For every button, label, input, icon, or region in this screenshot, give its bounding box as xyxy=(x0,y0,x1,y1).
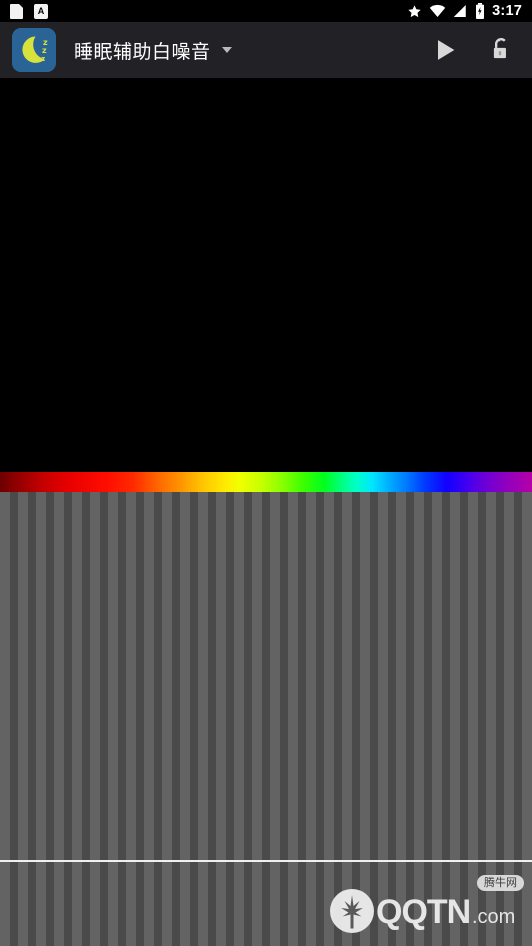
chevron-down-icon[interactable] xyxy=(221,47,232,53)
sleep-moon-app-icon[interactable]: z z z xyxy=(12,28,56,72)
play-button[interactable] xyxy=(428,33,462,67)
battery-icon xyxy=(475,3,485,19)
app-notification-icon: A xyxy=(34,3,48,19)
signal-icon xyxy=(453,4,468,18)
tengniu-badge: 腾牛网 xyxy=(477,875,524,891)
color-spectrum-scale xyxy=(0,472,532,492)
qqtn-wordmark: 腾牛网 QQTN .com xyxy=(376,875,526,938)
status-bar-system-icons: 3:17 xyxy=(407,3,522,19)
svg-text:QQTN: QQTN xyxy=(376,893,470,931)
star-icon xyxy=(407,4,422,19)
svg-text:.com: .com xyxy=(472,906,515,928)
wifi-icon xyxy=(429,4,446,18)
app-title-group[interactable]: 睡眠辅助白噪音 xyxy=(74,37,428,64)
status-bar-notifications: A xyxy=(10,3,48,19)
app-screen: A 3:17 z z z 睡眠辅助白噪音 腾牛网 QQTN .com xyxy=(0,0,532,946)
time-cursor-line[interactable] xyxy=(0,860,532,862)
page-notification-icon xyxy=(10,3,23,19)
lock-toggle-button[interactable] xyxy=(484,33,518,67)
svg-text:z: z xyxy=(42,46,47,55)
app-bar: z z z 睡眠辅助白噪音 xyxy=(0,22,532,78)
waterfall-display[interactable] xyxy=(0,78,532,472)
clock-time: 3:17 xyxy=(492,2,522,19)
app-bar-actions xyxy=(428,33,518,67)
status-bar: A 3:17 xyxy=(0,0,532,22)
spectrogram-display[interactable] xyxy=(0,492,532,946)
site-watermark: 腾牛网 QQTN .com xyxy=(326,875,526,942)
svg-text:z: z xyxy=(41,55,45,63)
qqtn-bull-logo xyxy=(326,885,378,942)
page-title: 睡眠辅助白噪音 xyxy=(74,40,211,63)
